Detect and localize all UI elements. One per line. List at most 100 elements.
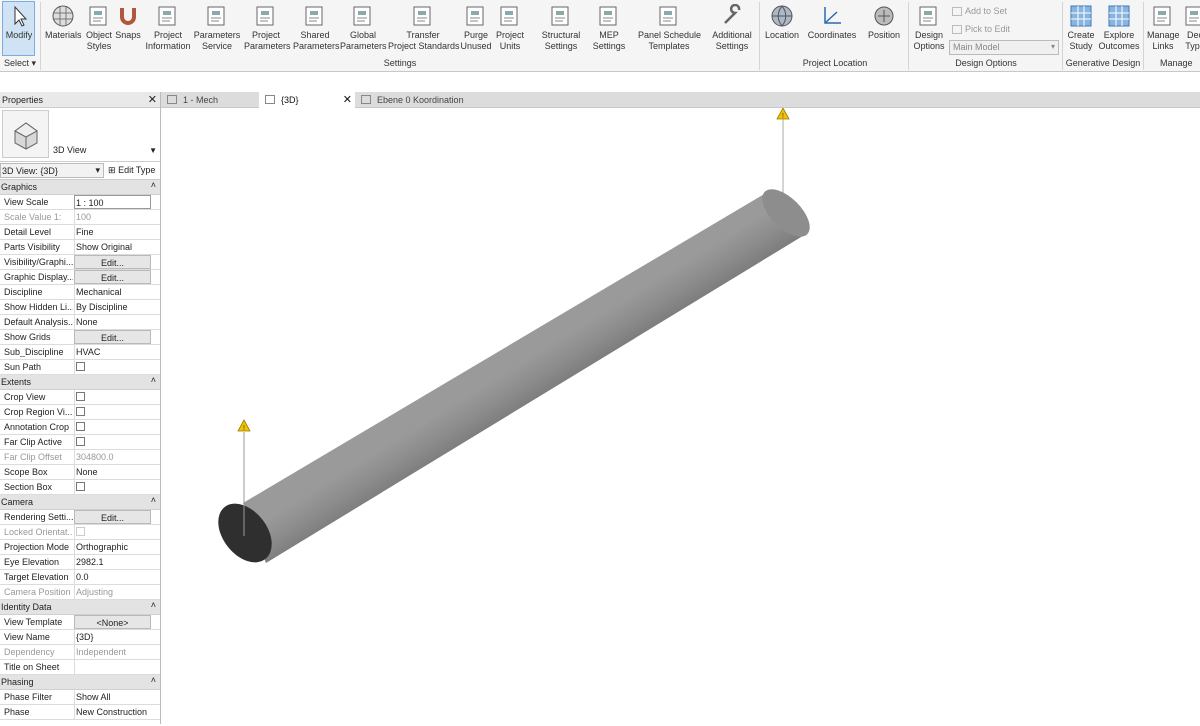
property-value[interactable]: 2982.1 bbox=[74, 555, 151, 569]
checkbox[interactable] bbox=[76, 362, 85, 371]
cursor-button[interactable]: Modify bbox=[2, 2, 36, 41]
view-icon bbox=[265, 95, 275, 104]
properties-title: Properties bbox=[2, 95, 44, 105]
explore-outcomes-button[interactable]: Explore Outcomes bbox=[1098, 2, 1140, 52]
design-options-button[interactable]: Design Options bbox=[912, 2, 946, 52]
purge-button[interactable]: Purge Unused bbox=[459, 2, 493, 52]
property-value[interactable] bbox=[74, 420, 151, 434]
property-value[interactable] bbox=[74, 435, 151, 449]
checkbox[interactable] bbox=[76, 407, 85, 416]
property-row: Parts Visibility Show Original bbox=[0, 240, 160, 255]
property-value[interactable]: Edit... bbox=[74, 255, 151, 269]
project-info-button[interactable]: Project Information bbox=[145, 2, 191, 52]
instance-selector[interactable]: 3D View: {3D} ▾ bbox=[0, 163, 104, 178]
shared-parameters-button[interactable]: Shared Parameters bbox=[293, 2, 340, 52]
property-label: View Scale bbox=[4, 197, 49, 207]
structural-settings-button[interactable]: Structural Settings bbox=[539, 2, 583, 52]
checkbox[interactable] bbox=[76, 437, 85, 446]
warning-icon[interactable]: ! bbox=[776, 107, 790, 120]
panel-select[interactable]: Select ▾ bbox=[2, 58, 38, 69]
property-value[interactable]: New Construction bbox=[74, 705, 151, 719]
transfer-standards-button[interactable]: Transfer Project Standards bbox=[388, 2, 460, 52]
property-value[interactable]: Edit... bbox=[74, 330, 151, 344]
warning-icon[interactable]: ! bbox=[237, 419, 251, 432]
panel-settings: Settings bbox=[383, 58, 417, 68]
property-value[interactable] bbox=[74, 405, 151, 419]
property-value[interactable]: {3D} bbox=[74, 630, 151, 644]
edit-type-button[interactable]: ⊞ Edit Type bbox=[108, 165, 155, 176]
close-icon[interactable]: ✕ bbox=[343, 93, 352, 106]
property-row: Show Hidden Li... By Discipline bbox=[0, 300, 160, 315]
create-study-button[interactable]: Create Study bbox=[1065, 2, 1097, 52]
units-button[interactable]: Project Units bbox=[494, 2, 526, 52]
ribbon-button-label: Links bbox=[1152, 41, 1174, 51]
ribbon-button-label: Manage bbox=[1147, 30, 1180, 40]
property-value[interactable]: 1 : 100 bbox=[74, 195, 151, 209]
mep-settings-button[interactable]: MEP Settings bbox=[588, 2, 630, 52]
collapse-icon[interactable]: ˄ bbox=[151, 495, 156, 505]
globe-button[interactable]: Location bbox=[763, 2, 801, 41]
tab-view[interactable]: 1 - Mech bbox=[161, 92, 259, 108]
property-value[interactable]: Edit... bbox=[74, 510, 151, 524]
position-button[interactable]: Position bbox=[866, 2, 902, 41]
close-icon[interactable]: ✕ bbox=[148, 93, 157, 106]
category-phasing[interactable]: Phasing ˄ bbox=[0, 675, 160, 690]
category-extents[interactable]: Extents ˄ bbox=[0, 375, 160, 390]
property-row: Graphic Display... Edit... bbox=[0, 270, 160, 285]
property-value[interactable]: None bbox=[74, 315, 151, 329]
category-identity-data[interactable]: Identity Data ˄ bbox=[0, 600, 160, 615]
checkbox[interactable] bbox=[76, 482, 85, 491]
category-graphics[interactable]: Graphics ˄ bbox=[0, 180, 160, 195]
pipe-model[interactable] bbox=[207, 114, 817, 573]
edit-type-label: Edit Type bbox=[118, 165, 156, 175]
type-selector[interactable]: 3D View ▼ bbox=[0, 108, 160, 162]
parameters-service-button[interactable]: Parameters Service bbox=[193, 2, 241, 52]
project-parameters-button[interactable]: Project Parameters bbox=[244, 2, 291, 52]
property-value[interactable]: None bbox=[74, 465, 151, 479]
decal-types-button[interactable]: DecType bbox=[1183, 2, 1200, 52]
property-value[interactable]: By Discipline bbox=[74, 300, 151, 314]
property-value[interactable] bbox=[74, 360, 151, 374]
global-parameters-button[interactable]: Global Parameters bbox=[340, 2, 387, 52]
property-value[interactable]: Fine bbox=[74, 225, 151, 239]
property-value[interactable] bbox=[74, 390, 151, 404]
object-styles-button[interactable]: Object Styles bbox=[84, 2, 114, 52]
property-label: View Name bbox=[4, 632, 50, 642]
tab-view[interactable]: {3D} ✕ bbox=[259, 92, 355, 108]
add-to-set-button[interactable]: Add to Set bbox=[952, 6, 1007, 17]
checkbox[interactable] bbox=[76, 422, 85, 431]
pick-to-edit-button[interactable]: Pick to Edit bbox=[952, 24, 1010, 35]
ribbon-separator bbox=[1143, 2, 1144, 70]
materials-sphere-button[interactable]: Materials bbox=[45, 2, 82, 41]
property-value[interactable]: Show Original bbox=[74, 240, 151, 254]
manage-links-button[interactable]: Manage Links bbox=[1147, 2, 1180, 52]
property-value[interactable]: <None> bbox=[74, 615, 151, 629]
checkbox[interactable] bbox=[76, 392, 85, 401]
magnet-button[interactable]: Snaps bbox=[114, 2, 142, 41]
collapse-icon[interactable]: ˄ bbox=[151, 180, 156, 190]
ribbon-button-label: MEP bbox=[599, 30, 619, 40]
coordinates-icon bbox=[824, 7, 841, 24]
collapse-icon[interactable]: ˄ bbox=[151, 375, 156, 385]
tab-view[interactable]: Ebene 0 Koordination bbox=[355, 92, 495, 108]
property-value[interactable]: 0.0 bbox=[74, 570, 151, 584]
property-row: Camera Position Adjusting bbox=[0, 585, 160, 600]
property-value[interactable] bbox=[74, 480, 151, 494]
property-value[interactable]: Show All bbox=[74, 690, 151, 704]
collapse-icon[interactable]: ˄ bbox=[151, 675, 156, 685]
category-camera[interactable]: Camera ˄ bbox=[0, 495, 160, 510]
property-row: Phase New Construction bbox=[0, 705, 160, 720]
property-value[interactable] bbox=[74, 660, 151, 674]
property-value[interactable]: Edit... bbox=[74, 270, 151, 284]
collapse-icon[interactable]: ˄ bbox=[151, 600, 156, 610]
drawing-area[interactable]: ! ! bbox=[161, 107, 1200, 724]
main-model-dropdown[interactable]: Main Model ▾ bbox=[949, 40, 1059, 55]
panel-schedule-button[interactable]: Panel Schedule Templates bbox=[638, 2, 701, 52]
property-value[interactable]: Orthographic bbox=[74, 540, 151, 554]
purge-icon bbox=[466, 6, 484, 26]
viewport-3d[interactable]: ! ! bbox=[161, 107, 1200, 724]
property-value[interactable]: Mechanical bbox=[74, 285, 151, 299]
coordinates-button[interactable]: Coordinates bbox=[804, 2, 860, 41]
wrench-button[interactable]: Additional Settings bbox=[707, 2, 757, 52]
property-value[interactable]: HVAC bbox=[74, 345, 151, 359]
